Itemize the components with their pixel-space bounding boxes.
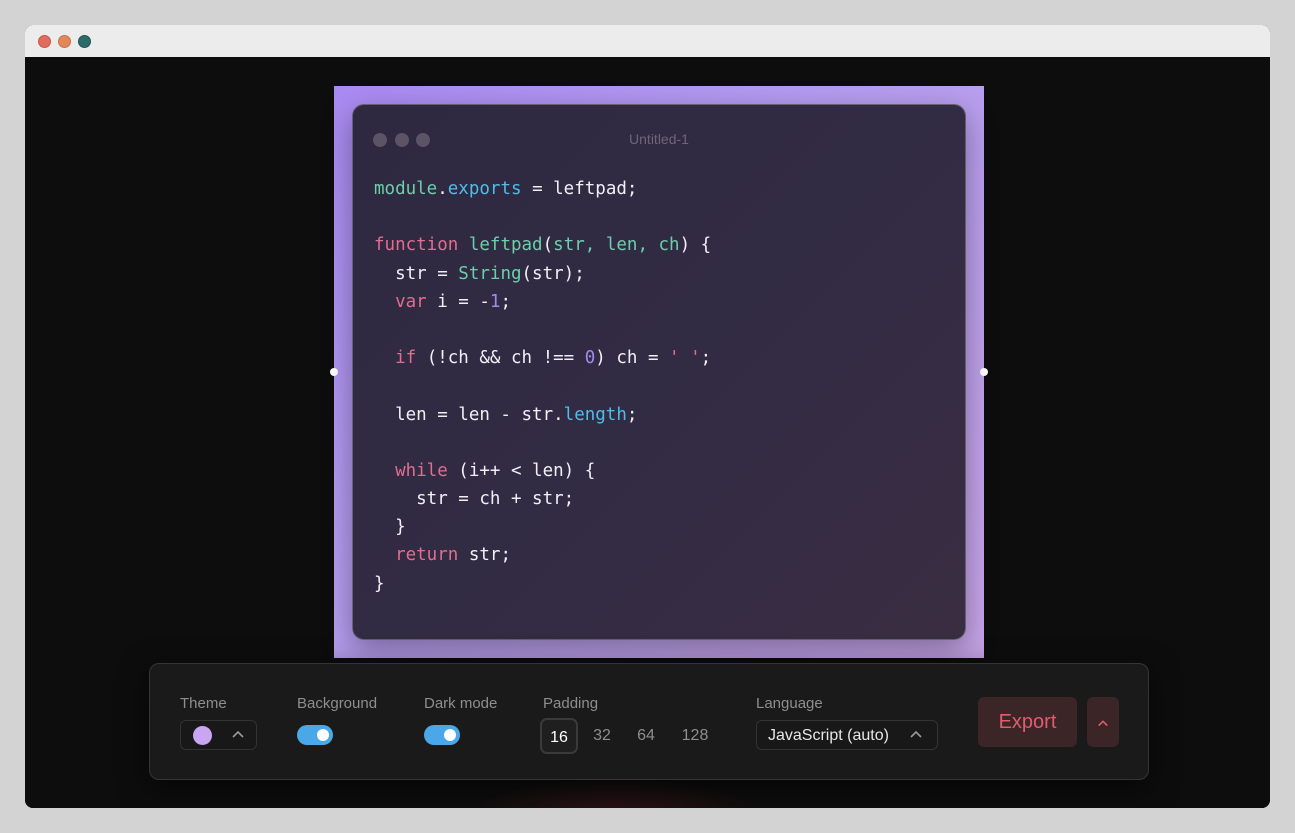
code-token: String [458, 263, 522, 284]
code-editor[interactable]: module.exports = leftpad; function leftp… [374, 175, 711, 598]
language-value: JavaScript (auto) [768, 727, 889, 744]
code-token: leftpad [468, 235, 543, 256]
code-token: str; [458, 545, 511, 566]
code-line: if (!ch && ch !== 0) ch = ' '; [374, 344, 711, 372]
code-token: while [395, 460, 448, 481]
code-token: ; [700, 348, 712, 369]
code-line: return str; [374, 541, 711, 569]
code-line: } [374, 513, 711, 541]
code-line: var i = -1; [374, 288, 711, 316]
dark-mode-label: Dark mode [424, 695, 498, 712]
chevron-up-icon [231, 727, 245, 744]
chevron-up-icon [1097, 714, 1109, 730]
resize-handle-right[interactable] [980, 368, 988, 376]
code-line: } [374, 570, 711, 598]
resize-handle-left[interactable] [330, 368, 338, 376]
code-token: str = ch + str; [374, 489, 575, 510]
code-token: module [374, 179, 438, 199]
code-line: str = ch + str; [374, 485, 711, 513]
theme-picker[interactable] [180, 720, 257, 750]
toggle-knob [444, 729, 456, 741]
code-token: function [374, 235, 459, 256]
maximize-window-button[interactable] [78, 35, 91, 48]
code-line: while (i++ < len) { [374, 457, 711, 485]
language-label: Language [756, 695, 823, 712]
padding-option-128[interactable]: 128 [677, 718, 713, 754]
code-line: len = len - str.length; [374, 401, 711, 429]
padding-label: Padding [543, 695, 599, 712]
toggle-knob [317, 729, 329, 741]
code-token: var [395, 291, 427, 312]
code-token: ( [542, 235, 554, 256]
dark-mode-toggle[interactable] [424, 725, 460, 745]
code-line: function leftpad(str, len, ch) { [374, 231, 711, 259]
app-window: Untitled-1 module.exports = leftpad; fun… [25, 25, 1270, 808]
code-token: ) ch = [595, 348, 670, 369]
code-token: (str); [521, 263, 585, 284]
code-token: . [437, 179, 448, 199]
theme-swatch [193, 726, 212, 745]
code-token: if [395, 348, 417, 369]
background-label: Background [297, 695, 378, 712]
padding-option-64[interactable]: 64 [631, 718, 661, 754]
canvas-stage: Untitled-1 module.exports = leftpad; fun… [25, 57, 1270, 808]
code-token: str = [374, 263, 459, 284]
window-titlebar [25, 25, 1270, 57]
code-window: Untitled-1 module.exports = leftpad; fun… [352, 104, 966, 640]
settings-toolbar: Theme Background Dark mode Padding 16 32… [149, 663, 1149, 780]
code-line: module.exports = leftpad; [374, 175, 711, 203]
close-window-button[interactable] [38, 35, 51, 48]
minimize-window-button[interactable] [58, 35, 71, 48]
background-glow [465, 777, 765, 808]
code-token: i = - [426, 291, 490, 312]
code-token: = leftpad; [521, 179, 638, 199]
code-token: (i++ < len) { [447, 460, 596, 481]
export-button[interactable]: Export [978, 697, 1077, 747]
padding-option-32[interactable]: 32 [587, 718, 617, 754]
chevron-up-icon [909, 727, 923, 744]
code-token: ) { [679, 235, 712, 256]
padding-option-16[interactable]: 16 [540, 718, 578, 754]
background-toggle[interactable] [297, 725, 333, 745]
code-token: 0 [584, 348, 596, 369]
code-token: len = len - str. [374, 404, 564, 425]
code-token: ' ' [669, 348, 701, 369]
file-title[interactable]: Untitled-1 [353, 131, 965, 147]
code-line: str = String(str); [374, 260, 711, 288]
language-select[interactable]: JavaScript (auto) [756, 720, 938, 750]
code-token: ; [626, 404, 638, 425]
code-token: } [374, 517, 406, 538]
code-frame[interactable]: Untitled-1 module.exports = leftpad; fun… [330, 86, 988, 658]
code-token: str, len, ch [553, 235, 680, 256]
export-options-button[interactable] [1087, 697, 1119, 747]
code-token: (!ch && ch !== [416, 348, 585, 369]
theme-label: Theme [180, 695, 227, 712]
code-token: ; [500, 291, 511, 312]
code-token: 1 [489, 291, 501, 312]
code-token: return [395, 545, 459, 566]
code-token: length [563, 404, 627, 425]
code-token: } [374, 573, 385, 594]
code-token: exports [447, 179, 522, 199]
